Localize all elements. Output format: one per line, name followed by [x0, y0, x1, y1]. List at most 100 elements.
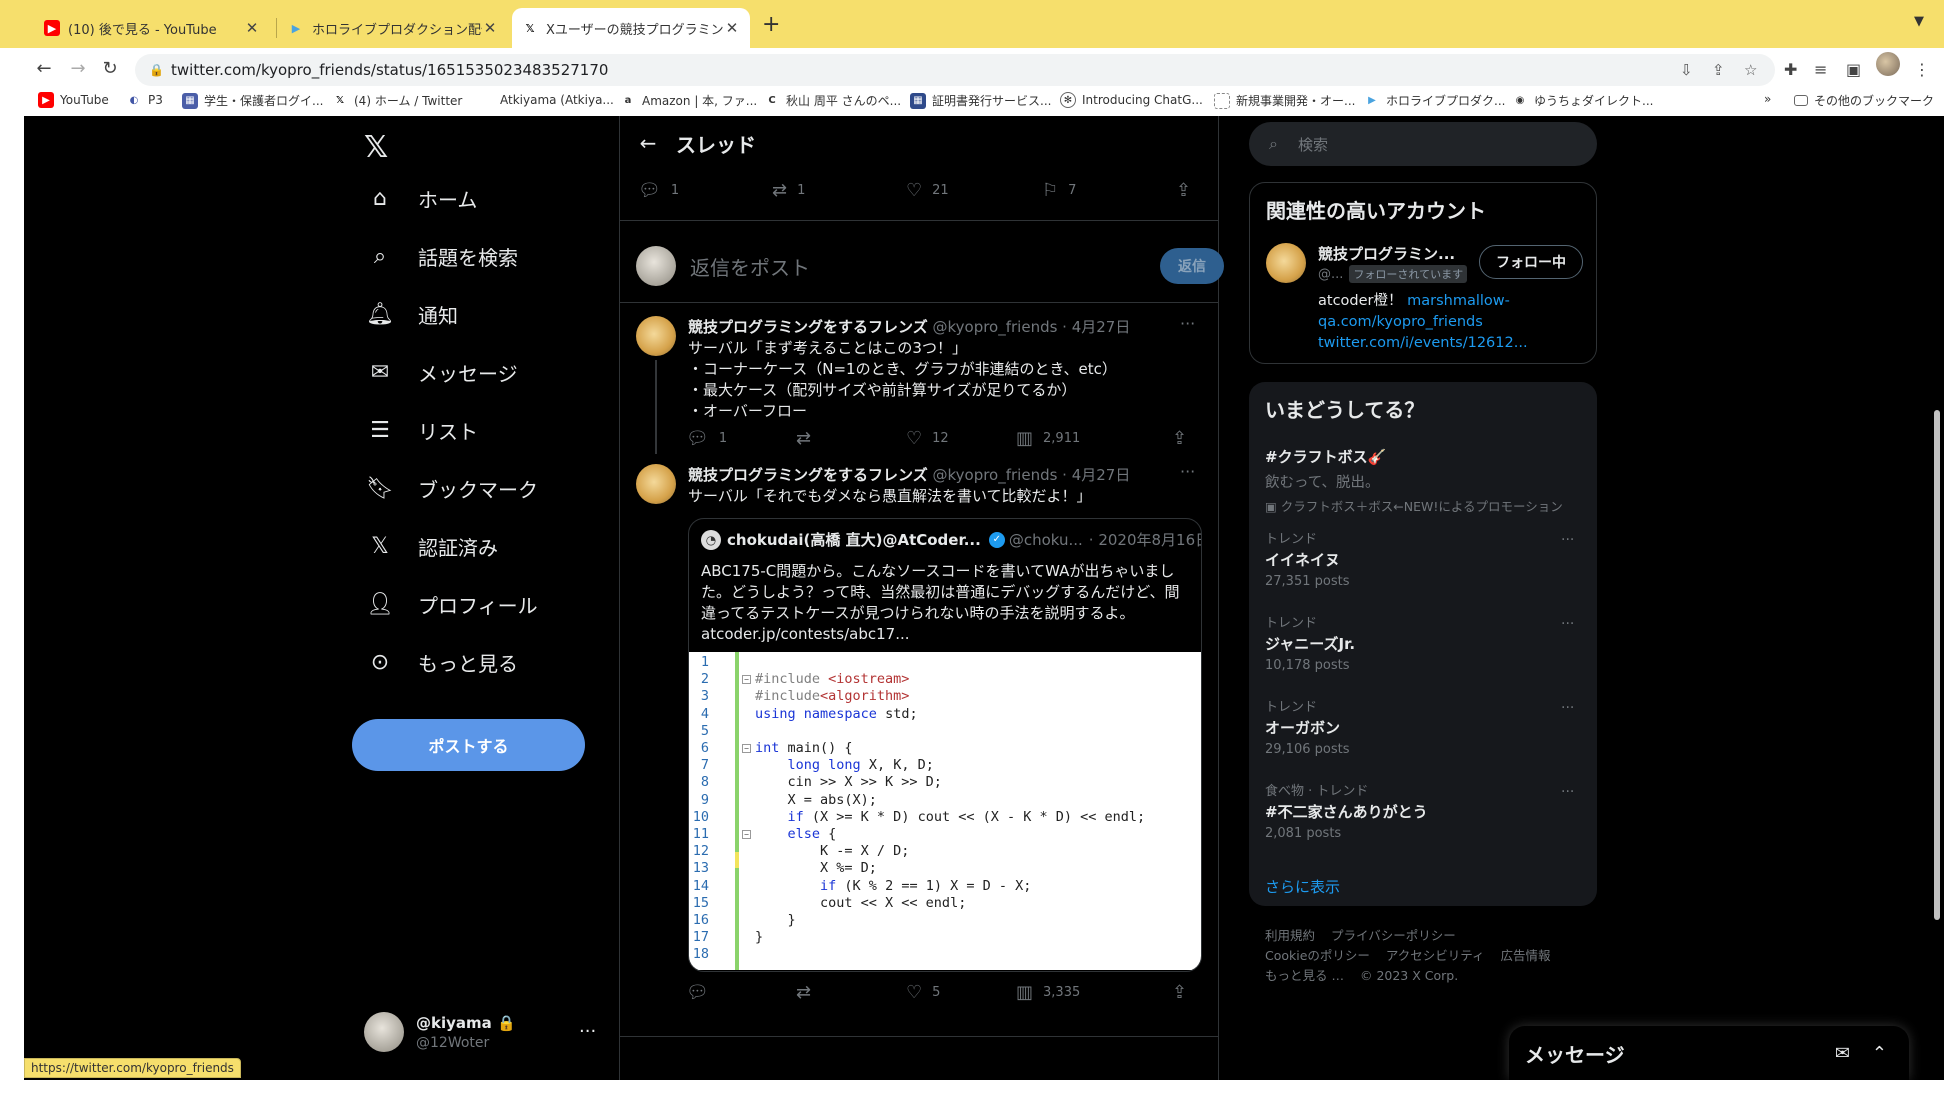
more-icon[interactable]: ··· — [1180, 314, 1195, 333]
bookmark-item[interactable]: 𝕏 (4) ホーム / Twitter — [332, 92, 462, 109]
bio-link[interactable]: marshmallow- — [1407, 293, 1510, 309]
bookmark-action[interactable]: ⚐ 7 — [1042, 180, 1076, 201]
close-icon[interactable]: ✕ — [724, 19, 740, 37]
bookmark-item[interactable]: a Amazon | 本, ファ... — [620, 92, 758, 109]
views-action[interactable]: ▥ 3,335 — [1016, 982, 1080, 1003]
share-action[interactable]: ⇪ — [1176, 180, 1201, 201]
star-icon[interactable]: ☆ — [1744, 61, 1757, 79]
x-logo-icon[interactable]: 𝕏 — [364, 130, 388, 165]
search-input[interactable]: ⌕ 検索 — [1249, 122, 1597, 166]
more-icon[interactable]: ··· — [1180, 462, 1195, 481]
code-screenshot[interactable]: 1 2 #include <iostream> 3 #include<algorithm… — [689, 652, 1201, 970]
more-icon[interactable]: ··· — [579, 1021, 596, 1042]
side-panel-icon[interactable]: ▣ — [1846, 60, 1861, 79]
trend-item[interactable]: トレンド オーガボン 29,106 posts — [1265, 696, 1585, 757]
reply-button[interactable]: 返信 — [1160, 248, 1224, 284]
menu-icon[interactable]: ⋮ — [1914, 60, 1930, 79]
nav-lists[interactable]: ☰ リスト — [364, 416, 478, 445]
share-action[interactable]: ⇪ — [1172, 982, 1197, 1003]
tweet[interactable]: 競技プログラミングをするフレンズ @kyopro_friends · 4月27日… — [620, 302, 1218, 454]
views-action[interactable]: ▥ 2,911 — [1016, 428, 1080, 449]
bookmark-item[interactable]: ▶ YouTube — [38, 92, 109, 108]
messages-drawer[interactable]: メッセージ ✉ ⌃ — [1509, 1026, 1909, 1080]
install-icon[interactable]: ⇩ — [1680, 61, 1693, 79]
extensions-icon[interactable]: ✚ — [1784, 60, 1797, 79]
address-bar[interactable]: 🔒 twitter.com/kyopro_friends/status/1651… — [135, 54, 1775, 86]
new-message-icon[interactable]: ✉ — [1835, 1043, 1850, 1064]
footer-link[interactable]: 利用規約 — [1265, 928, 1315, 943]
footer-link[interactable]: 広告情報 — [1501, 948, 1551, 963]
reload-icon[interactable]: ↻ — [98, 58, 122, 79]
nav-notifications[interactable]: 🔔︎ 通知 — [364, 300, 458, 329]
account-name[interactable]: 競技プログラミン... — [1318, 243, 1455, 264]
more-icon[interactable]: ··· — [1561, 784, 1574, 800]
author-name[interactable]: 競技プログラミングをするフレンズ — [688, 318, 928, 336]
bookmark-item[interactable]: ◉ ゆうちょダイレクト... — [1512, 92, 1654, 109]
nav-home[interactable]: ⌂ ホーム — [364, 184, 477, 213]
trend-item[interactable]: トレンド イイネイヌ 27,351 posts — [1265, 528, 1585, 589]
bookmark-item[interactable]: ◐ P3 — [126, 92, 163, 108]
trend-item[interactable]: トレンド ジャニーズJr. 10,178 posts — [1265, 612, 1585, 673]
promoted-trend[interactable]: #クラフトボス🎸 飲むって、脱出。 ▣ クラフトボス＋ボス←NEW!によるプロモ… — [1265, 444, 1585, 515]
more-icon[interactable]: ··· — [1561, 700, 1574, 716]
close-icon[interactable]: ✕ — [244, 19, 260, 37]
reply-action[interactable]: 💬︎ 1 — [686, 428, 727, 449]
back-arrow-icon[interactable]: ← — [620, 131, 676, 155]
nav-profile[interactable]: 👤︎ プロフィール — [364, 590, 538, 619]
bookmark-item[interactable]: 新規事業開発・オー... — [1214, 92, 1355, 109]
footer-link[interactable]: プライバシーポリシー — [1331, 928, 1456, 943]
nav-messages[interactable]: ✉ メッセージ — [364, 358, 518, 387]
share-action[interactable]: ⇪ — [1172, 428, 1197, 449]
forward-icon[interactable]: → — [66, 58, 90, 79]
nav-bookmarks[interactable]: 🔖︎ ブックマーク — [364, 474, 538, 503]
bookmark-item[interactable]: ▦ 証明書発行サービス... — [910, 92, 1051, 109]
quoted-tweet[interactable]: ◔ chokudai(高橋 直大)@AtCoder... ✓ @choku...… — [688, 518, 1202, 972]
bookmark-item[interactable]: ▦ 学生・保護者ログイ... — [182, 92, 323, 109]
footer-link[interactable]: アクセシビリティ — [1386, 948, 1485, 963]
like-action[interactable]: ♡ 5 — [906, 982, 940, 1003]
reply-input[interactable]: 返信をポスト — [690, 252, 810, 281]
nav-explore[interactable]: ⌕ 話題を検索 — [364, 242, 518, 271]
nav-verified[interactable]: 𝕏 認証済み — [364, 532, 498, 561]
post-button[interactable]: ポストする — [352, 719, 585, 771]
footer-link[interactable]: もっと見る … — [1265, 968, 1344, 983]
new-tab-icon[interactable]: + — [762, 12, 780, 37]
nav-more[interactable]: ⊙ もっと見る — [364, 648, 518, 677]
bookmark-item[interactable]: ▶ ホロライブプロダク... — [1364, 92, 1505, 109]
repost-action[interactable]: ⇄ 1 — [772, 180, 805, 201]
bio-link[interactable]: qa.com/kyopro_friends — [1318, 314, 1483, 330]
more-icon[interactable]: ··· — [1561, 616, 1574, 632]
reply-action[interactable]: 💬︎ — [686, 982, 719, 1003]
expand-icon[interactable]: ⌃ — [1872, 1043, 1887, 1064]
tab-youtube[interactable]: ▶ (10) 後で見る - YouTube ✕ — [34, 8, 270, 48]
bookmark-item[interactable]: ✻ Introducing ChatG... — [1060, 92, 1203, 108]
chevron-down-icon[interactable]: ▼ — [1914, 14, 1924, 29]
author-name[interactable]: 競技プログラミングをするフレンズ — [688, 466, 928, 484]
avatar[interactable] — [1266, 243, 1306, 283]
share-icon[interactable]: ⇪ — [1712, 61, 1725, 79]
like-action[interactable]: ♡ 12 — [906, 428, 949, 449]
following-button[interactable]: フォロー中 — [1479, 245, 1583, 279]
close-icon[interactable]: ✕ — [482, 19, 498, 37]
media-icon[interactable]: ≡ — [1814, 60, 1827, 79]
like-action[interactable]: ♡ 21 — [906, 180, 949, 201]
bookmarks-overflow[interactable]: » — [1764, 92, 1771, 106]
other-bookmarks[interactable]: その他のブックマーク — [1794, 92, 1934, 109]
tab-twitter[interactable]: 𝕏 Xユーザーの競技プログラミング ✕ — [512, 8, 750, 48]
bio-link[interactable]: twitter.com/i/events/12612... — [1318, 335, 1528, 351]
bookmark-item[interactable]: C 秋山 周平 さんのペ... — [764, 92, 901, 109]
back-icon[interactable]: ← — [32, 58, 56, 79]
tweet[interactable]: 競技プログラミングをするフレンズ @kyopro_friends · 4月27日… — [620, 462, 1218, 1064]
page-scrollbar[interactable] — [1934, 410, 1940, 920]
repost-action[interactable]: ⇄ — [796, 982, 821, 1003]
more-icon[interactable]: ··· — [1561, 532, 1574, 548]
repost-action[interactable]: ⇄ — [796, 428, 821, 449]
trend-item[interactable]: 食べ物 · トレンド #不二家さんありがとう 2,081 posts — [1265, 780, 1585, 841]
account-switcher[interactable]: @kiyama 🔒 @12Woter — [364, 1012, 516, 1052]
footer-link[interactable]: Cookieのポリシー — [1265, 948, 1370, 963]
profile-avatar[interactable] — [1876, 52, 1900, 76]
bookmark-item[interactable]: Atkiyama (Atkiya... — [478, 92, 614, 108]
tab-hololive[interactable]: ▶ ホロライブプロダクション配信予定 ✕ — [278, 8, 508, 48]
quote-link[interactable]: atcoder.jp/contests/abc17... — [701, 624, 1191, 645]
show-more-link[interactable]: さらに表示 — [1265, 876, 1340, 897]
